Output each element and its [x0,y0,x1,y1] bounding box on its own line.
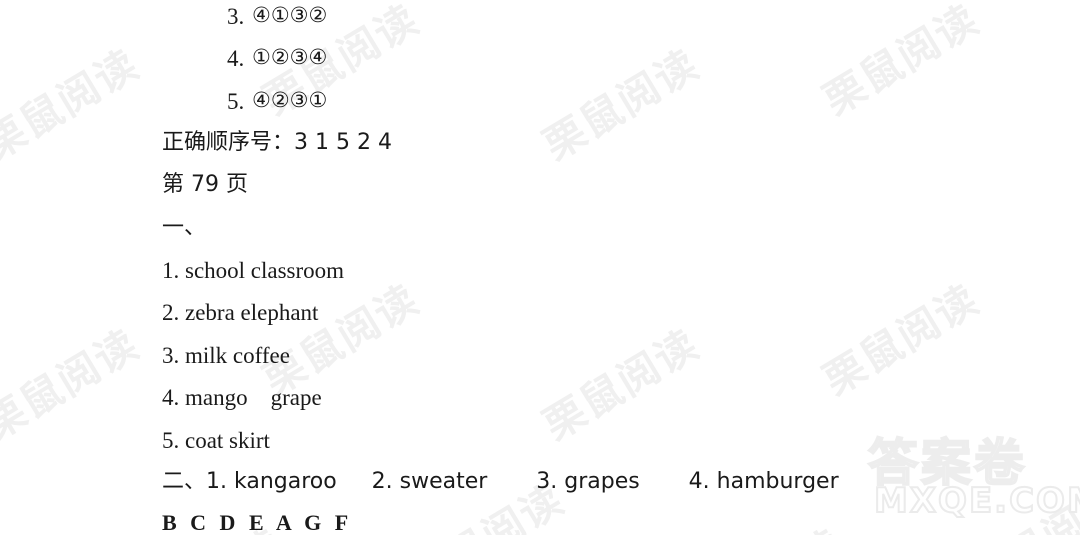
section-one-item: 4. mango grape [162,385,322,410]
page-marker: 第 79 页 [162,172,248,197]
document-body: 3. ④①③② 4. ①②③④ 5. ④②③① 正确顺序号：3 1 5 2 4 … [0,0,1080,535]
ordering-item-number: 5. [227,89,245,114]
letters-answer-line: B C D E A G F [162,510,353,535]
ordering-item-circled-answer: ④①③② [252,3,328,27]
section-one-item: 2. zebra elephant [162,300,319,325]
ordering-item-number: 3. [227,4,245,29]
ordering-item-number: 4. [227,46,245,71]
ordering-item-circled-answer: ④②③① [252,88,328,112]
section-one-item: 3. milk coffee [162,343,290,368]
section-one-item: 1. school classroom [162,258,345,283]
section-one-item: 5. coat skirt [162,428,270,453]
section-two-line: 二、1. kangaroo 2. sweater 3. grapes 4. ha… [162,469,839,494]
ordering-item-circled-answer: ①②③④ [252,45,328,69]
answer-key-page: 栗鼠阅读 栗鼠阅读 栗鼠阅读 栗鼠阅读 栗鼠阅读 栗鼠阅读 栗鼠阅读 栗鼠阅读 … [0,0,1080,535]
correct-order-line: 正确顺序号：3 1 5 2 4 [162,130,392,155]
section-one-heading: 一、 [162,215,207,240]
